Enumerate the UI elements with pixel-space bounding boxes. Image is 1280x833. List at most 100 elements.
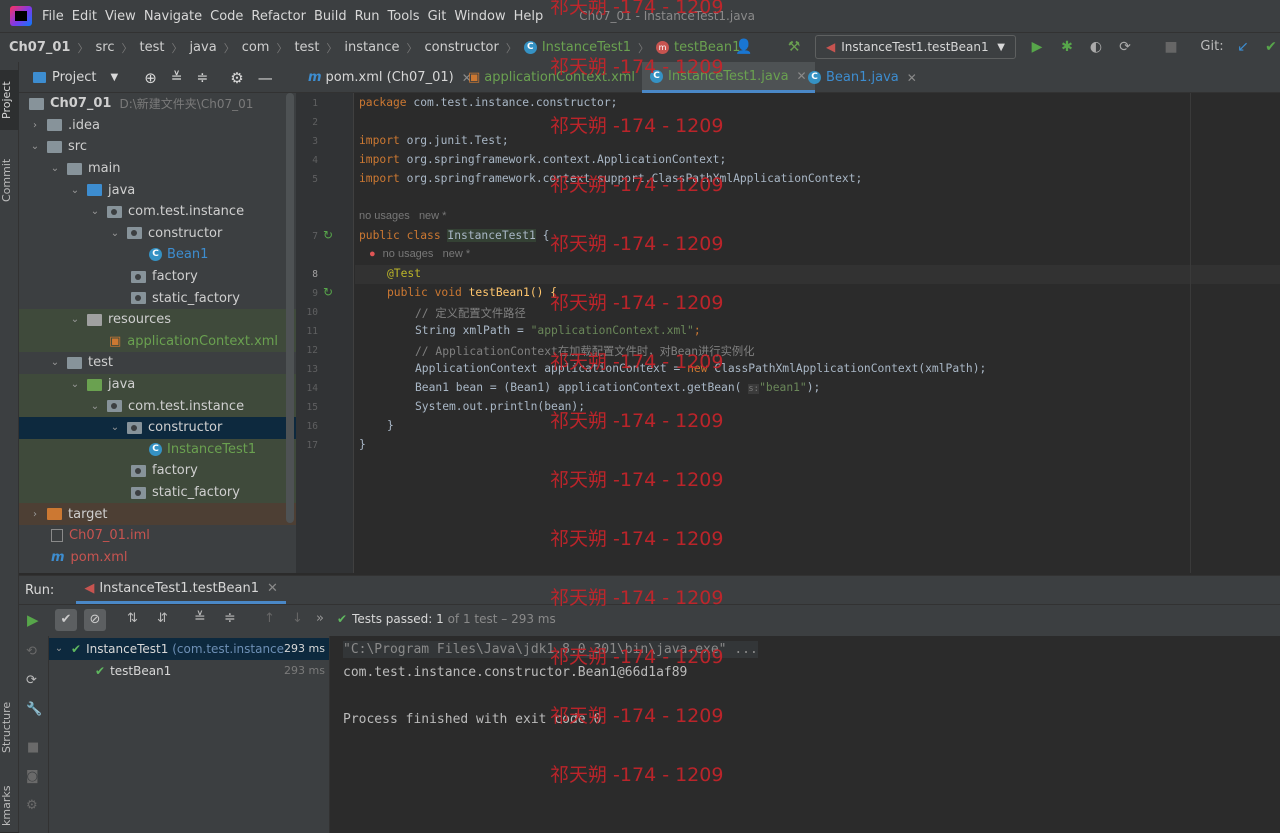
profile-icon[interactable]: ⟳ (1116, 38, 1134, 56)
toggle-auto-test-icon[interactable]: ⟳ (26, 673, 37, 688)
next-failed-icon[interactable]: ↓ (292, 611, 303, 626)
collapse-all-icon[interactable]: ≑ (197, 70, 209, 86)
usage-hint[interactable]: ● no usages new * (369, 248, 470, 260)
tree-item-bean1[interactable]: C Bean1 (19, 244, 296, 266)
chevron-down-icon[interactable]: ⌄ (69, 379, 81, 390)
git-update-icon[interactable]: ↙ (1234, 38, 1252, 56)
previous-failed-icon[interactable]: ↑ (264, 611, 275, 626)
run-configuration-select[interactable]: ◀ InstanceTest1.testBean1 ▼ (815, 35, 1016, 59)
tree-item-test-factory[interactable]: factory (19, 460, 296, 482)
tab-project-vertical[interactable]: Project (0, 70, 19, 130)
tree-item-test-constructor[interactable]: ⌄ constructor (19, 417, 296, 439)
crumb-com[interactable]: com (242, 40, 270, 55)
sort-duration-icon[interactable]: ⇵ (157, 611, 168, 626)
chevron-down-icon[interactable]: ▼ (110, 72, 118, 83)
tree-item-root[interactable]: Ch07_01 D:\新建文件夹\Ch07_01 (19, 93, 296, 115)
tree-item-resources[interactable]: ⌄ resources (19, 309, 296, 331)
rerun-icon[interactable]: ▶ (27, 611, 39, 629)
run-tab[interactable]: ◀ InstanceTest1.testBean1 ✕ (76, 576, 286, 604)
debug-icon[interactable]: ✱ (1058, 38, 1076, 56)
tab-commit-vertical[interactable]: Commit (0, 150, 19, 210)
menu-navigate[interactable]: Navigate (144, 9, 210, 24)
chevron-down-icon[interactable]: ⌄ (29, 141, 41, 152)
chevron-down-icon[interactable]: ⌄ (69, 314, 81, 325)
tree-item-test[interactable]: ⌄ test (19, 352, 296, 374)
code-editor[interactable]: 1 2 3 4 5 7 8 9 10 11 12 13 14 15 16 17 … (296, 93, 1280, 573)
chevron-down-icon[interactable]: ⌄ (109, 228, 121, 239)
tab-pom-xml[interactable]: m pom.xml (Ch07_01) ✕ (300, 62, 480, 93)
git-commit-icon[interactable]: ✔ (1262, 38, 1280, 56)
rerun-failed-icon[interactable]: ⟲ (26, 644, 37, 659)
tree-item-test-package[interactable]: ⌄ com.test.instance (19, 395, 296, 417)
menu-build[interactable]: Build (314, 9, 355, 24)
tab-bean1[interactable]: C Bean1.java ✕ (800, 62, 925, 93)
menu-view[interactable]: View (105, 9, 144, 24)
chevron-down-icon[interactable]: ⌄ (109, 422, 121, 433)
user-icon[interactable]: 👤 (735, 38, 753, 56)
collapse-all-icon[interactable]: ≑ (224, 610, 236, 626)
menu-help[interactable]: Help (514, 9, 552, 24)
crumb-src[interactable]: src (95, 40, 114, 55)
tree-item-iml[interactable]: Ch07_01.iml (19, 525, 296, 547)
project-panel-title[interactable]: Project (52, 70, 96, 85)
chevron-down-icon[interactable]: ⌄ (89, 206, 101, 217)
tree-item-main[interactable]: ⌄ main (19, 158, 296, 180)
tree-item-main-static-factory[interactable]: static_factory (19, 287, 296, 309)
tree-item-instance-test1[interactable]: C InstanceTest1 (19, 438, 296, 461)
settings-icon[interactable]: ⚙ (26, 798, 38, 813)
expand-all-icon[interactable]: ≚ (194, 610, 206, 626)
test-suite-row[interactable]: ⌄ ✔ InstanceTest1 (com.test.instance 293… (49, 638, 329, 660)
tree-item-application-context[interactable]: ▣ applicationContext.xml (19, 330, 296, 353)
locate-icon[interactable]: ⊕ (144, 69, 157, 87)
run-test-gutter-icon[interactable]: ↻ (323, 228, 333, 242)
tree-scrollbar[interactable] (286, 93, 294, 523)
show-ignored-icon[interactable]: ⊘ (84, 609, 106, 631)
menu-window[interactable]: Window (454, 9, 513, 24)
tree-item-test-java[interactable]: ⌄ java (19, 373, 296, 396)
crumb-java[interactable]: java (189, 40, 216, 55)
sort-alpha-icon[interactable]: ⇅ (127, 611, 138, 626)
menu-code[interactable]: Code (210, 9, 251, 24)
chevron-down-icon[interactable]: ⌄ (89, 401, 101, 412)
menu-git[interactable]: Git (428, 9, 455, 24)
crumb-test-pkg[interactable]: test (294, 40, 319, 55)
tab-bookmarks-vertical[interactable]: kmarks (0, 780, 19, 832)
wrench-icon[interactable]: 🔧 (26, 702, 42, 717)
error-bulb-icon[interactable]: ● (369, 248, 376, 260)
menu-file[interactable]: File (42, 9, 72, 24)
console-output[interactable]: "C:\Program Files\Java\jdk1.8.0_301\bin\… (330, 636, 1280, 833)
gear-icon[interactable]: ⚙ (230, 69, 243, 87)
chevron-down-icon[interactable]: ⌄ (53, 643, 65, 654)
chevron-down-icon[interactable]: ⌄ (49, 357, 61, 368)
close-icon[interactable]: ✕ (267, 581, 278, 596)
close-icon[interactable]: ✕ (907, 71, 917, 85)
chevron-right-icon[interactable]: › (29, 509, 41, 520)
tree-item-main-package[interactable]: ⌄ com.test.instance (19, 201, 296, 223)
crumb-instance[interactable]: instance (344, 40, 399, 55)
tree-item-main-java[interactable]: ⌄ java (19, 179, 296, 201)
more-icon[interactable]: » (316, 611, 324, 626)
menu-run[interactable]: Run (355, 9, 388, 24)
menu-refactor[interactable]: Refactor (251, 9, 314, 24)
tree-item-main-factory[interactable]: factory (19, 266, 296, 288)
chevron-down-icon[interactable]: ⌄ (49, 163, 61, 174)
build-hammer-icon[interactable]: ⚒ (785, 38, 803, 56)
stop-icon[interactable]: ■ (1162, 38, 1180, 56)
crumb-project[interactable]: Ch07_01 (9, 40, 70, 55)
crumb-constructor[interactable]: constructor (425, 40, 499, 55)
run-icon[interactable]: ▶ (1028, 38, 1046, 56)
chevron-right-icon[interactable]: › (29, 120, 41, 131)
crumb-test[interactable]: test (139, 40, 164, 55)
tree-item-target[interactable]: › target (19, 503, 296, 525)
chevron-down-icon[interactable]: ⌄ (69, 185, 81, 196)
coverage-icon[interactable]: ◐ (1087, 38, 1105, 56)
expand-all-icon[interactable]: ≚ (171, 70, 183, 86)
test-case-row[interactable]: ✔ testBean1 293 ms (49, 660, 329, 682)
menu-tools[interactable]: Tools (388, 9, 428, 24)
tree-item-pom[interactable]: m pom.xml (19, 547, 296, 569)
tab-structure-vertical[interactable]: Structure (0, 692, 19, 762)
tree-item-idea[interactable]: › .idea (19, 115, 296, 137)
tree-item-src[interactable]: ⌄ src (19, 136, 296, 158)
stop-icon[interactable]: ■ (27, 740, 39, 755)
usage-hint[interactable]: no usages new * (359, 210, 446, 222)
